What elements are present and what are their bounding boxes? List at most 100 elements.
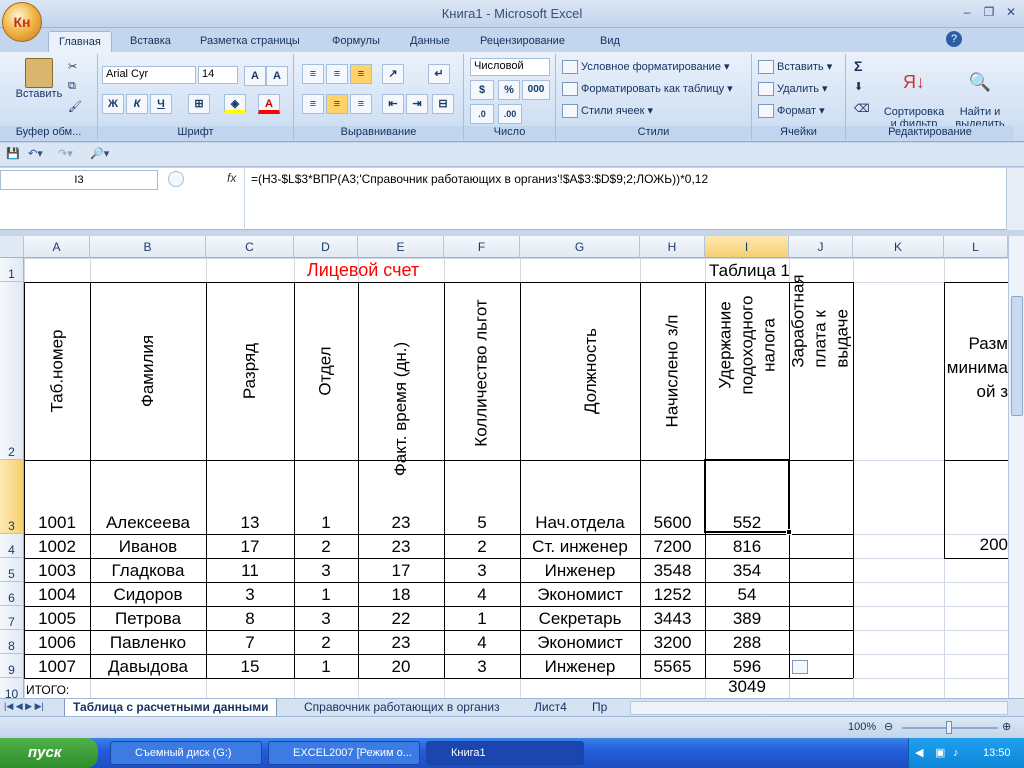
sheet-tab-sheet4[interactable]: Лист4 (526, 699, 575, 717)
cell-department[interactable]: 3 (294, 558, 358, 582)
close-button[interactable]: ✕ (1000, 4, 1022, 20)
grow-font-button[interactable]: A (244, 66, 266, 86)
vertical-scrollbar[interactable] (1008, 236, 1024, 698)
delete-cells-button[interactable]: Удалить ▾ (758, 82, 828, 97)
scrollbar-thumb[interactable] (1011, 296, 1023, 416)
cell-accrued[interactable]: 3200 (640, 630, 705, 654)
cell-position[interactable]: Инженер (520, 558, 640, 582)
clear-icon[interactable]: ⌫ (854, 102, 870, 115)
align-middle-icon[interactable]: ≡ (326, 64, 348, 84)
cell-accrued[interactable]: 3443 (640, 606, 705, 630)
row-header[interactable]: 7 (0, 606, 24, 630)
cell-surname[interactable]: Сидоров (90, 582, 206, 606)
cell-grade[interactable]: 13 (206, 460, 294, 534)
align-bottom-icon[interactable]: ≡ (350, 64, 372, 84)
worksheet-grid[interactable]: ABCDEFGHIJKL 1 2 3 4 5 6 7 8 9 10 Лицевой счет Та… (0, 236, 1008, 698)
redo-icon[interactable]: ↷▾ (58, 147, 73, 160)
tray-arrow-icon[interactable]: ◀ (915, 738, 923, 768)
column-header-a[interactable]: A (24, 236, 90, 258)
tab-review[interactable]: Рецензирование (470, 31, 575, 52)
row-header[interactable]: 2 (0, 282, 24, 460)
volume-icon[interactable]: ♪ (953, 738, 959, 768)
horizontal-scrollbar[interactable] (630, 701, 1008, 715)
cell-income-tax[interactable]: 389 (705, 606, 789, 630)
merge-icon[interactable]: ⊟ (432, 94, 454, 114)
format-as-table-button[interactable]: Форматировать как таблицу ▾ (562, 82, 733, 97)
decrease-decimal-icon[interactable]: .00 (498, 104, 522, 124)
cell-position[interactable]: Ст. инженер (520, 534, 640, 558)
cell-position[interactable]: Экономист (520, 582, 640, 606)
fill-handle[interactable] (786, 529, 792, 535)
cell-benefits[interactable]: 3 (444, 558, 520, 582)
column-header-k[interactable]: K (853, 236, 944, 258)
tab-view[interactable]: Вид (590, 31, 630, 52)
cell-actual-days[interactable]: 20 (358, 654, 444, 678)
help-icon[interactable]: ? (946, 31, 962, 47)
row-header[interactable]: 3 (0, 460, 24, 534)
cell-tab-number[interactable]: 1007 (24, 654, 90, 678)
row-header[interactable]: 8 (0, 630, 24, 654)
cell-position[interactable]: Нач.отдела (520, 460, 640, 534)
format-cells-button[interactable]: Формат ▾ (758, 104, 825, 119)
cell-department[interactable]: 2 (294, 630, 358, 654)
cell-actual-days[interactable]: 23 (358, 460, 444, 534)
cell-benefits[interactable]: 4 (444, 582, 520, 606)
tab-data[interactable]: Данные (400, 31, 460, 52)
align-left-icon[interactable]: ≡ (302, 94, 324, 114)
active-cell-selection[interactable] (704, 459, 790, 533)
column-header-j[interactable]: J (789, 236, 853, 258)
format-painter-icon[interactable]: 🖌 (68, 100, 82, 113)
cell-accrued[interactable]: 5600 (640, 460, 705, 534)
cell-benefits[interactable]: 2 (444, 534, 520, 558)
task-kniga1[interactable]: Книга1 (426, 741, 584, 765)
cell-department[interactable]: 1 (294, 460, 358, 534)
sheet-tab-directory[interactable]: Справочник работающих в организ (296, 699, 508, 717)
cell-department[interactable]: 3 (294, 606, 358, 630)
column-header-d[interactable]: D (294, 236, 358, 258)
column-header-f[interactable]: F (444, 236, 520, 258)
thousands-button[interactable]: 000 (522, 80, 550, 100)
cell-actual-days[interactable]: 18 (358, 582, 444, 606)
zoom-slider-thumb[interactable] (946, 721, 952, 734)
cell-grade[interactable]: 15 (206, 654, 294, 678)
cell-grade[interactable]: 7 (206, 630, 294, 654)
cell-income-tax[interactable]: 596 (705, 654, 789, 678)
cell-grade[interactable]: 11 (206, 558, 294, 582)
autofill-options-icon[interactable] (792, 660, 808, 674)
office-button[interactable]: Кн (2, 2, 42, 42)
insert-function-button[interactable]: fx (227, 171, 236, 185)
align-top-icon[interactable]: ≡ (302, 64, 324, 84)
cell-department[interactable]: 1 (294, 654, 358, 678)
insert-cells-button[interactable]: Вставить ▾ (758, 60, 832, 75)
cell-position[interactable]: Экономист (520, 630, 640, 654)
autosum-button[interactable]: Σ (854, 58, 862, 74)
number-format-select[interactable]: Числовой (470, 58, 550, 76)
bold-button[interactable]: Ж (102, 94, 124, 114)
row-header[interactable]: 6 (0, 582, 24, 606)
cell-actual-days[interactable]: 22 (358, 606, 444, 630)
column-header-c[interactable]: C (206, 236, 294, 258)
row-header[interactable]: 10 (0, 678, 24, 698)
italic-button[interactable]: К (126, 94, 148, 114)
row-header[interactable]: 4 (0, 534, 24, 558)
cell-department[interactable]: 1 (294, 582, 358, 606)
cell-actual-days[interactable]: 23 (358, 630, 444, 654)
sheet-nav-first-icon[interactable]: |◀ ◀ ▶ ▶| (4, 701, 44, 712)
zoom-level[interactable]: 100% (848, 721, 876, 733)
borders-icon[interactable]: ⊞ (188, 94, 210, 114)
formula-bar-scrollbar[interactable] (1006, 168, 1024, 230)
cell-surname[interactable]: Алексеева (90, 460, 206, 534)
cell-tab-number[interactable]: 1003 (24, 558, 90, 582)
paste-button[interactable]: Вставить (14, 58, 64, 100)
cell-income-tax[interactable]: 816 (705, 534, 789, 558)
column-header-b[interactable]: B (90, 236, 206, 258)
wrap-text-icon[interactable]: ↵ (428, 64, 450, 84)
cell-department[interactable]: 2 (294, 534, 358, 558)
column-header-h[interactable]: H (640, 236, 705, 258)
cell-surname[interactable]: Петрова (90, 606, 206, 630)
cell-tab-number[interactable]: 1001 (24, 460, 90, 534)
currency-icon[interactable]: $ (470, 80, 494, 100)
cell-accrued[interactable]: 1252 (640, 582, 705, 606)
cell-styles-button[interactable]: Стили ячеек ▾ (562, 104, 653, 119)
orientation-icon[interactable]: ↗ (382, 64, 404, 84)
